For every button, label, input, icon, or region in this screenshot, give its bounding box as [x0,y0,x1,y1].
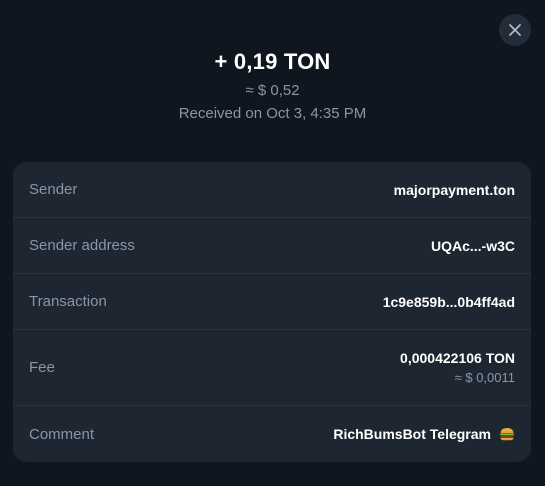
sender-value[interactable]: majorpayment.ton [394,182,515,198]
comment-value: RichBumsBot Telegram [333,426,491,442]
fee-value: 0,000422106 TON [400,350,515,366]
burger-icon [500,428,514,441]
transaction-amount: + 0,19 TON [214,49,331,74]
received-date: Received on Oct 3, 4:35 PM [178,105,367,122]
transaction-hash-value[interactable]: 1c9e859b...0b4ff4ad [383,294,515,310]
transaction-row: Transaction 1c9e859b...0b4ff4ad [13,274,531,330]
transaction-header: + 0,19 TON ≈ $ 0,52 Received on Oct 3, 4… [0,48,545,123]
fiat-amount: ≈ $ 0,52 [245,82,300,99]
transaction-label: Transaction [29,293,107,310]
sender-address-label: Sender address [29,237,135,254]
close-button[interactable] [499,14,531,46]
comment-container: RichBumsBot Telegram [333,426,515,442]
fee-values: 0,000422106 TON ≈ $ 0,0011 [400,350,515,385]
comment-label: Comment [29,425,95,443]
sender-row: Sender majorpayment.ton [13,162,531,218]
fee-label: Fee [29,359,55,376]
fee-row: Fee 0,000422106 TON ≈ $ 0,0011 [13,330,531,406]
comment-row: Comment RichBumsBot Telegram [13,406,531,462]
sender-address-row: Sender address UQAc...-w3C [13,218,531,274]
fee-fiat-value: ≈ $ 0,0011 [454,370,515,385]
transaction-details-card: Sender majorpayment.ton Sender address U… [13,162,531,462]
sender-label: Sender [29,181,78,198]
close-icon [509,24,521,36]
sender-address-value[interactable]: UQAc...-w3C [431,238,515,254]
